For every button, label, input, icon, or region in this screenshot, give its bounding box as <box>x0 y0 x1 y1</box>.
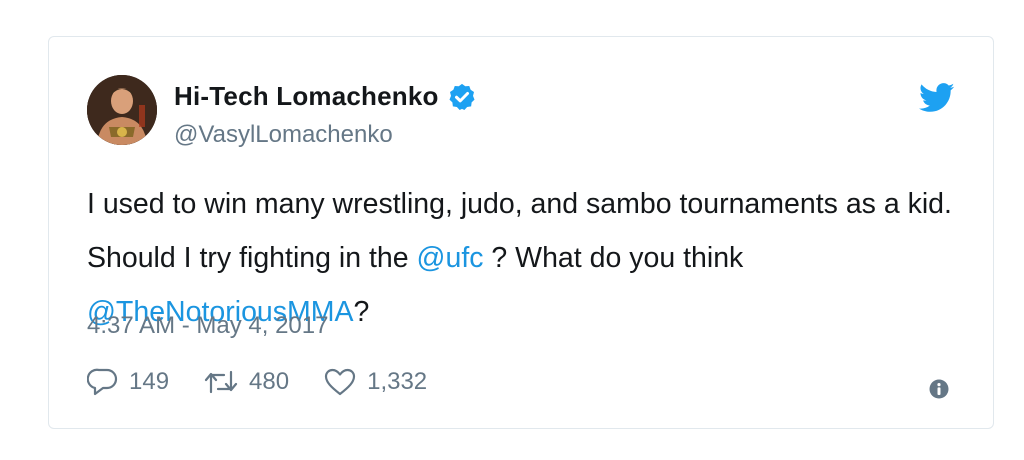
info-icon[interactable] <box>929 379 949 399</box>
action-bar: 149 480 1,332 <box>87 365 461 399</box>
verified-badge-icon <box>449 83 475 110</box>
reply-button[interactable]: 149 <box>87 367 169 397</box>
handle[interactable]: @VasylLomachenko <box>174 121 393 149</box>
user-avatar-icon <box>87 75 157 145</box>
display-name[interactable]: Hi-Tech Lomachenko <box>174 81 439 112</box>
tweet-timestamp[interactable]: 4:37 AM - May 4, 2017 <box>87 312 328 340</box>
tweet-card: Hi-Tech Lomachenko @VasylLomachenko I us… <box>48 36 994 429</box>
mention-link-ufc[interactable]: @ufc <box>417 242 484 274</box>
like-count: 1,332 <box>367 368 428 395</box>
twitter-bird-icon[interactable] <box>919 83 955 113</box>
retweet-button[interactable]: 480 <box>203 368 289 396</box>
reply-count: 149 <box>129 368 170 395</box>
retweet-count: 480 <box>249 368 290 395</box>
retweet-icon <box>204 370 238 394</box>
tweet-text-part: ? <box>353 296 370 328</box>
like-button[interactable]: 1,332 <box>323 367 427 397</box>
avatar[interactable] <box>87 75 157 145</box>
heart-icon <box>324 368 356 396</box>
author-row: Hi-Tech Lomachenko <box>174 81 477 112</box>
tweet-text-part: ? What do you think <box>483 242 744 274</box>
reply-icon <box>87 368 118 396</box>
